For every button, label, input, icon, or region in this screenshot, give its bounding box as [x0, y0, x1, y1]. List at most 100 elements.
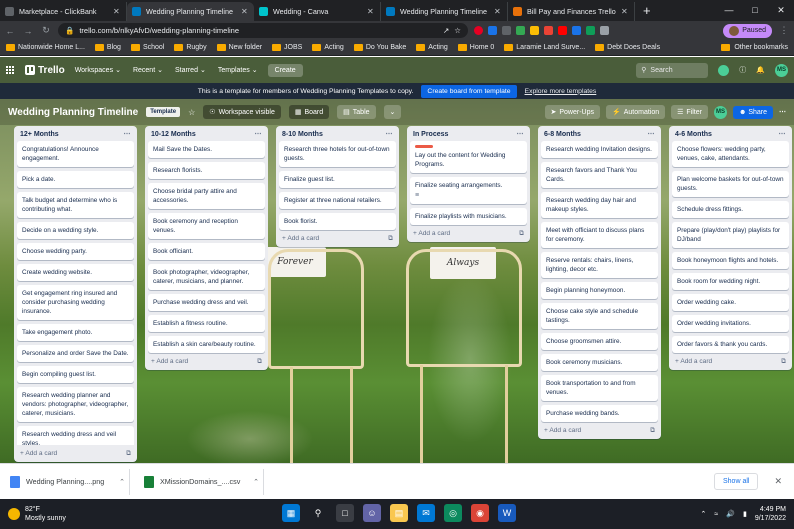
extension-icon[interactable]	[502, 26, 511, 35]
extension-icon[interactable]	[572, 26, 581, 35]
list-title[interactable]: 10-12 Months	[151, 131, 196, 138]
chevron-up-icon[interactable]: ⌃	[119, 478, 125, 486]
close-icon[interactable]: ✕	[768, 476, 788, 487]
bookmark-item[interactable]: Do You Bake	[353, 44, 406, 51]
bookmark-item[interactable]: Nationwide Home L...	[6, 44, 85, 51]
card[interactable]: Order wedding cake.	[672, 294, 789, 311]
mail-icon[interactable]: ✉	[417, 504, 435, 522]
explore-templates-link[interactable]: Explore more templates	[525, 88, 597, 95]
browser-tab[interactable]: Wedding Planning Timeline ✕	[127, 2, 254, 21]
tab-close-icon[interactable]: ✕	[621, 7, 629, 16]
clock[interactable]: 4:49 PM 9/17/2022	[755, 505, 786, 523]
header-menu-workspaces[interactable]: Workspaces ⌄	[75, 66, 121, 75]
chrome-icon[interactable]: ◉	[471, 504, 489, 522]
card[interactable]: Prepare (play/don't play) playlists for …	[672, 222, 789, 248]
bookmark-item[interactable]: Laramie Land Surve...	[504, 44, 585, 51]
view-table-button[interactable]: ▤ Table	[337, 105, 376, 119]
profile-button[interactable]: Paused	[723, 23, 772, 38]
bookmark-item[interactable]: JOBS	[272, 44, 302, 51]
tab-close-icon[interactable]: ✕	[241, 7, 249, 16]
card[interactable]: Research florists.	[148, 162, 265, 179]
card[interactable]: Mail Save the Dates.	[148, 141, 265, 158]
add-card-button[interactable]: + Add a card	[413, 230, 450, 237]
list-menu-icon[interactable]: ⋯	[517, 130, 525, 138]
trello-logo[interactable]: Trello	[25, 65, 65, 76]
volume-icon[interactable]: 🔊	[726, 510, 735, 518]
app-switcher-icon[interactable]	[6, 65, 15, 75]
automation-button[interactable]: ⚡ Automation	[606, 105, 666, 119]
edge-icon[interactable]: ◎	[444, 504, 462, 522]
bookmark-item[interactable]: Blog	[94, 44, 121, 51]
create-from-template-button[interactable]: Create board from template	[421, 84, 517, 98]
new-tab-button[interactable]: +	[635, 2, 659, 21]
list-title[interactable]: 12+ Months	[20, 131, 59, 138]
card[interactable]: Begin planning honeymoon.	[541, 282, 658, 299]
card[interactable]: Research favors and Thank You Cards.	[541, 162, 658, 188]
card[interactable]: Book florist.	[279, 213, 396, 230]
card[interactable]: Choose cake style and schedule tastings.	[541, 303, 658, 329]
card[interactable]: Research three hotels for out-of-town gu…	[279, 141, 396, 167]
bookmark-item[interactable]: Acting	[416, 44, 448, 51]
card[interactable]: Finalize seating arrangements. ≡	[410, 177, 527, 204]
card[interactable]: Research wedding Invitation designs.	[541, 141, 658, 158]
extension-icon[interactable]	[516, 26, 525, 35]
card[interactable]: Establish a skin care/beauty routine.	[148, 336, 265, 353]
add-card-button[interactable]: + Add a card	[20, 450, 57, 457]
card[interactable]: Finalize guest list.	[279, 171, 396, 188]
info-icon[interactable]: ⓘ	[739, 65, 746, 75]
card[interactable]: Book officiant.	[148, 243, 265, 260]
card[interactable]: Establish a fitness routine.	[148, 315, 265, 332]
battery-icon[interactable]: ▮	[743, 510, 747, 518]
browser-tab[interactable]: Wedding - Canva ✕	[254, 2, 381, 21]
card[interactable]: Reserve rentals: chairs, linens, lightin…	[541, 252, 658, 278]
card[interactable]: Book room for wedding night.	[672, 273, 789, 290]
puzzle-icon[interactable]	[600, 26, 609, 35]
card[interactable]: Take engagement photo.	[17, 324, 134, 341]
list-title[interactable]: 4-6 Months	[675, 131, 712, 138]
extension-icon[interactable]	[544, 26, 553, 35]
card[interactable]: Meet with officiant to discuss plans for…	[541, 222, 658, 248]
list-menu-icon[interactable]: ⋯	[386, 130, 394, 138]
card[interactable]: Research wedding dress and veil styles.	[17, 426, 134, 445]
card[interactable]: Choose groomsmen attire.	[541, 333, 658, 350]
avatar[interactable]: MS	[775, 63, 788, 77]
chevron-up-icon[interactable]: ⌃	[701, 510, 707, 518]
card[interactable]: Personalize and order Save the Date.	[17, 345, 134, 362]
card-template-icon[interactable]: ⧉	[126, 450, 131, 458]
card-template-icon[interactable]: ⧉	[257, 358, 262, 366]
card-template-icon[interactable]: ⧉	[388, 235, 393, 243]
list-menu-icon[interactable]: ⋯	[124, 130, 132, 138]
card[interactable]: Book honeymoon flights and hotels.	[672, 252, 789, 269]
tab-close-icon[interactable]: ✕	[494, 7, 502, 16]
list-header[interactable]: 8-10 Months ⋯	[279, 129, 396, 141]
card[interactable]: Choose wedding party.	[17, 243, 134, 260]
bookmark-item[interactable]: School	[130, 44, 164, 51]
card[interactable]: Begin compiling guest list.	[17, 366, 134, 383]
task-view-icon[interactable]: □	[336, 504, 354, 522]
list-header[interactable]: 6-8 Months ⋯	[541, 129, 658, 141]
browser-tab[interactable]: Wedding Planning Timeline ✕	[381, 2, 508, 21]
file-explorer-icon[interactable]: ▤	[390, 504, 408, 522]
power-ups-button[interactable]: ➤ Power-Ups	[544, 105, 600, 119]
tab-close-icon[interactable]: ✕	[113, 7, 121, 16]
list-title[interactable]: 8-10 Months	[282, 131, 323, 138]
forward-icon[interactable]: →	[22, 26, 34, 36]
teams-icon[interactable]: ☺	[363, 504, 381, 522]
card[interactable]: Book ceremony and reception venues.	[148, 213, 265, 239]
reload-icon[interactable]: ↻	[40, 25, 52, 36]
minimize-icon[interactable]: —	[716, 0, 742, 21]
board-title[interactable]: Wedding Planning Timeline	[8, 107, 138, 118]
list-title[interactable]: In Process	[413, 131, 448, 138]
card[interactable]: Purchase wedding dress and veil.	[148, 294, 265, 311]
chevron-up-icon[interactable]: ⌃	[253, 478, 259, 486]
card[interactable]: Research wedding planner and vendors: ph…	[17, 387, 134, 422]
share-button[interactable]: ☻ Share	[732, 105, 773, 119]
maximize-icon[interactable]: □	[742, 0, 768, 21]
list-menu-icon[interactable]: ⋯	[779, 130, 787, 138]
view-board-button[interactable]: ▦ Board	[288, 105, 330, 119]
windows-start-icon[interactable]: ▦	[282, 504, 300, 522]
show-all-button[interactable]: Show all	[713, 473, 759, 490]
atlassian-icon[interactable]	[718, 64, 730, 76]
bookmark-item[interactable]: Debt Does Deals	[595, 44, 660, 51]
card[interactable]: Pick a date.	[17, 171, 134, 188]
